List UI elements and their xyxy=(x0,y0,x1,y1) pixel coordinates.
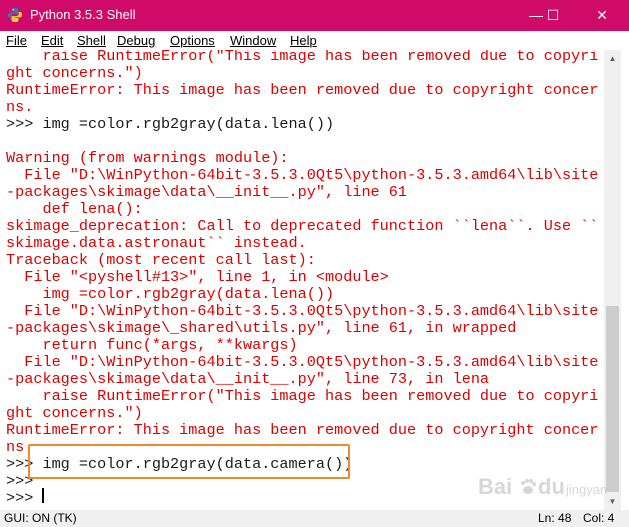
maximize-button[interactable]: ☐ xyxy=(530,0,576,31)
paw-icon xyxy=(521,479,536,494)
window-border xyxy=(621,50,629,510)
scroll-up-arrow-icon[interactable]: ▲ xyxy=(604,50,621,67)
vertical-scrollbar[interactable]: ▲ ▼ xyxy=(604,50,621,510)
shell-line: img =color.rgb2gray(data.lena()) xyxy=(6,285,335,303)
shell-line: raise RuntimeError("This image has been … xyxy=(6,50,599,65)
shell-line: ght concerns.") xyxy=(6,404,143,422)
window-title: Python 3.5.3 Shell xyxy=(30,7,136,22)
shell-line: File "D:\WinPython-64bit-3.5.3.0Qt5\pyth… xyxy=(6,353,599,371)
menu-debug[interactable]: Debug xyxy=(117,31,155,50)
shell-line: File "D:\WinPython-64bit-3.5.3.0Qt5\pyth… xyxy=(6,166,599,184)
menu-shell[interactable]: Shell xyxy=(77,31,106,50)
python-logo-icon xyxy=(8,8,22,22)
menu-bar: File Edit Shell Debug Options Window Hel… xyxy=(0,31,629,50)
shell-line: ght concerns.") xyxy=(6,64,143,82)
shell-line: File "D:\WinPython-64bit-3.5.3.0Qt5\pyth… xyxy=(6,302,599,320)
line-number: Ln: 48 xyxy=(538,511,572,525)
shell-line: def lena(): xyxy=(6,200,143,218)
shell-output[interactable]: raise RuntimeError("This image has been … xyxy=(0,50,604,510)
menu-edit[interactable]: Edit xyxy=(41,31,63,50)
shell-line: ns. xyxy=(6,98,34,116)
shell-line: Warning (from warnings module): xyxy=(6,149,289,167)
baidu-watermark-icon: Bai du jingyan xyxy=(478,474,607,499)
shell-line: RuntimeError: This image has been remove… xyxy=(6,81,599,99)
shell-line: skimage_deprecation: Call to deprecated … xyxy=(6,217,599,235)
shell-line: return func(*args, **kwargs) xyxy=(6,336,298,354)
scrollbar-thumb[interactable] xyxy=(606,306,619,492)
menu-help[interactable]: Help xyxy=(290,31,317,50)
text-cursor xyxy=(42,488,44,503)
menu-window[interactable]: Window xyxy=(230,31,276,50)
watermark-brand: Bai xyxy=(478,474,512,499)
shell-line: raise RuntimeError("This image has been … xyxy=(6,387,599,405)
shell-prompt-line: >>> img =color.rgb2gray(data.lena()) xyxy=(6,115,335,133)
watermark-brand-suffix: du xyxy=(538,474,565,499)
shell-line: -packages\skimage\data\__init__.py", lin… xyxy=(6,183,408,201)
menu-options[interactable]: Options xyxy=(170,31,215,50)
status-bar: GUI: ON (TK) Ln: 48 Col: 4 xyxy=(0,510,629,527)
shell-line: File "<pyshell#13>", line 1, in <module> xyxy=(6,268,389,286)
column-number: Col: 4 xyxy=(583,511,615,525)
title-bar[interactable]: Python 3.5.3 Shell — ☐ ✕ xyxy=(0,0,629,31)
shell-line: skimage.data.astronaut`` instead. xyxy=(6,234,307,252)
shell-line: Traceback (most recent call last): xyxy=(6,251,316,269)
gui-status: GUI: ON (TK) xyxy=(4,511,77,525)
shell-input-line[interactable]: >>> xyxy=(6,490,42,507)
highlight-annotation xyxy=(28,444,350,479)
shell-line: -packages\skimage\_shared\utils.py", lin… xyxy=(6,319,517,337)
close-button[interactable]: ✕ xyxy=(579,0,625,31)
shell-line: RuntimeError: This image has been remove… xyxy=(6,421,599,439)
menu-file[interactable]: File xyxy=(6,31,27,50)
watermark-subtitle: jingyan xyxy=(565,482,607,497)
shell-line: -packages\skimage\data\__init__.py", lin… xyxy=(6,370,490,388)
